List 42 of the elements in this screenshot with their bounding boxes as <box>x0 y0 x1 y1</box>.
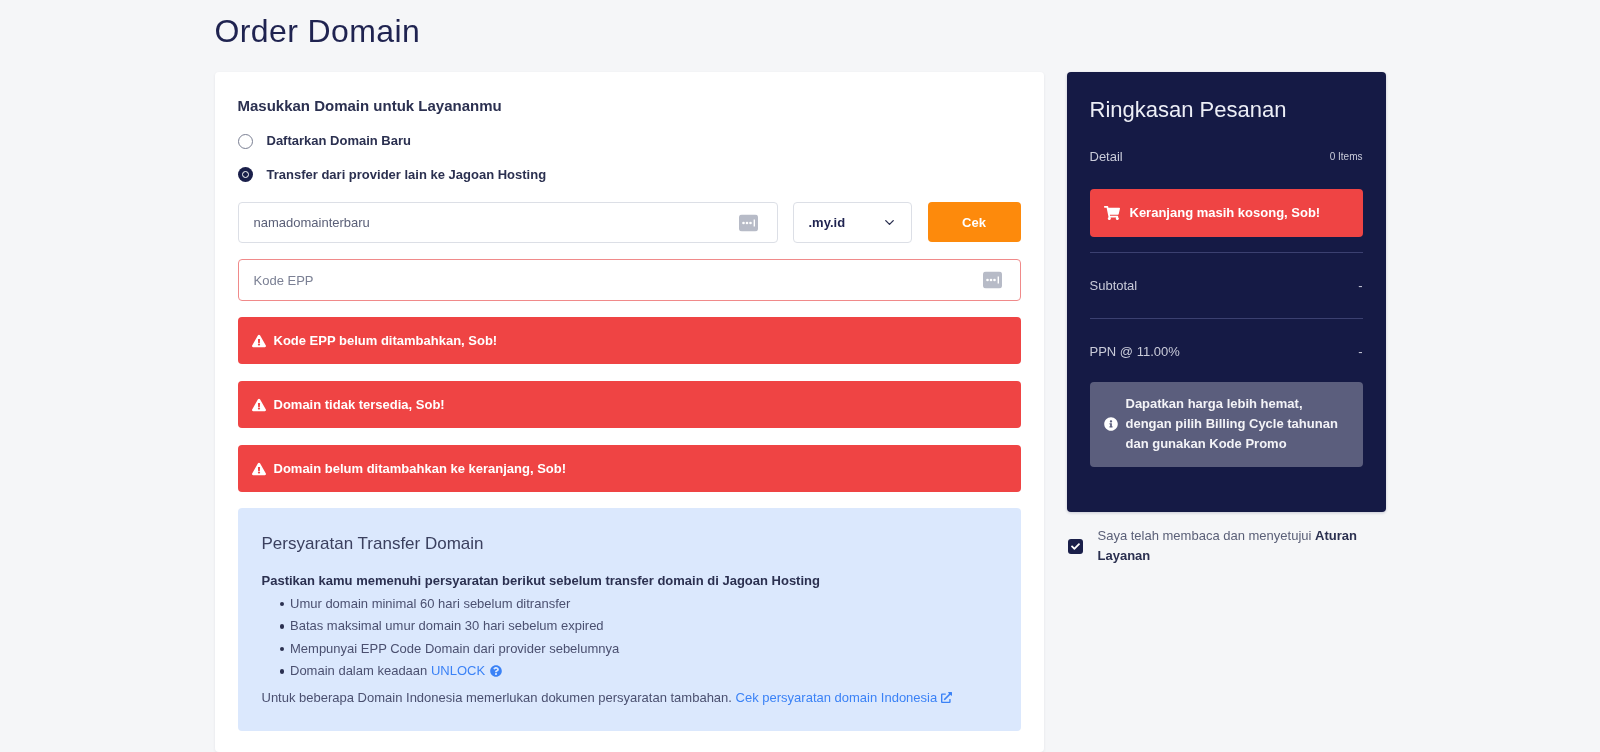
form-heading: Masukkan Domain untuk Layananmu <box>237 96 502 116</box>
radio-label[interactable]: Transfer dari provider lain ke Jagoan Hosting <box>266 165 547 184</box>
requirements-intro: Pastikan kamu memenuhi persyaratan berikut sebelum transfer domain di Jagoan Hosting <box>261 572 820 590</box>
requirements-note: Untuk beberapa Domain Indonesia memerlukan dokumen persyaratan tambahan. Cek persyaratan domain Indonesia <box>261 686 953 709</box>
radio-button[interactable] <box>237 133 253 149</box>
requirement-text: Batas maksimal umur domain 30 hari sebelum expired <box>290 617 604 636</box>
cart-icon <box>1103 205 1120 221</box>
warning-icon <box>251 333 266 348</box>
alert-message: Domain tidak tersedia, Sob! <box>273 395 445 414</box>
domain-input[interactable]: namadomainterbaru <box>237 202 778 243</box>
alert-message: Kode EPP belum ditambahkan, Sob! <box>273 331 498 350</box>
item-count: 0 Items <box>1329 149 1363 164</box>
warning-icon <box>251 461 266 476</box>
requirements-title: Persyaratan Transfer Domain <box>261 533 484 555</box>
alert-message: Keranjang masih kosong, Sob! <box>1129 204 1321 222</box>
bullet-icon <box>279 646 284 651</box>
warning-icon <box>251 397 266 412</box>
page-title: Order Domain <box>214 12 421 50</box>
summary-value: - <box>1358 277 1363 294</box>
bullet-icon <box>279 669 284 674</box>
alert-message: Domain belum ditambahkan ke keranjang, Sob! <box>273 459 567 478</box>
requirement-text: Mempunyai EPP Code Domain dari provider sebelumnya <box>290 639 620 658</box>
terms-text: Saya telah membaca dan menyetujui Aturan Layanan <box>1097 527 1358 565</box>
summary-label: Subtotal <box>1089 277 1138 294</box>
requirement-text: Umur domain minimal 60 hari sebelum ditransfer <box>290 594 571 613</box>
summary-value: - <box>1358 343 1363 360</box>
tip-text: Dapatkan harga lebih hemat, dengan pilih Billing Cycle tahunan dan gunakan Kode Promo <box>1125 395 1339 453</box>
summary-label: PPN @ 11.00% <box>1089 343 1180 360</box>
bullet-icon <box>279 601 284 606</box>
help-icon[interactable] <box>490 665 503 678</box>
external-link-icon <box>941 692 953 703</box>
epp-code-input[interactable]: Kode EPP <box>237 259 1021 301</box>
info-icon <box>1103 417 1118 431</box>
radio-label[interactable]: Daftarkan Domain Baru <box>266 132 411 150</box>
terms-checkbox[interactable] <box>1067 538 1083 554</box>
extension-select[interactable]: .my.id <box>792 202 912 243</box>
summary-title: Ringkasan Pesanan <box>1089 96 1287 124</box>
requirement-text: Domain dalam keadaan UNLOCK <box>290 662 486 681</box>
check-icon <box>1070 541 1080 551</box>
radio-button[interactable] <box>237 167 253 182</box>
detail-label: Detail <box>1089 147 1123 165</box>
bullet-icon <box>279 624 284 629</box>
